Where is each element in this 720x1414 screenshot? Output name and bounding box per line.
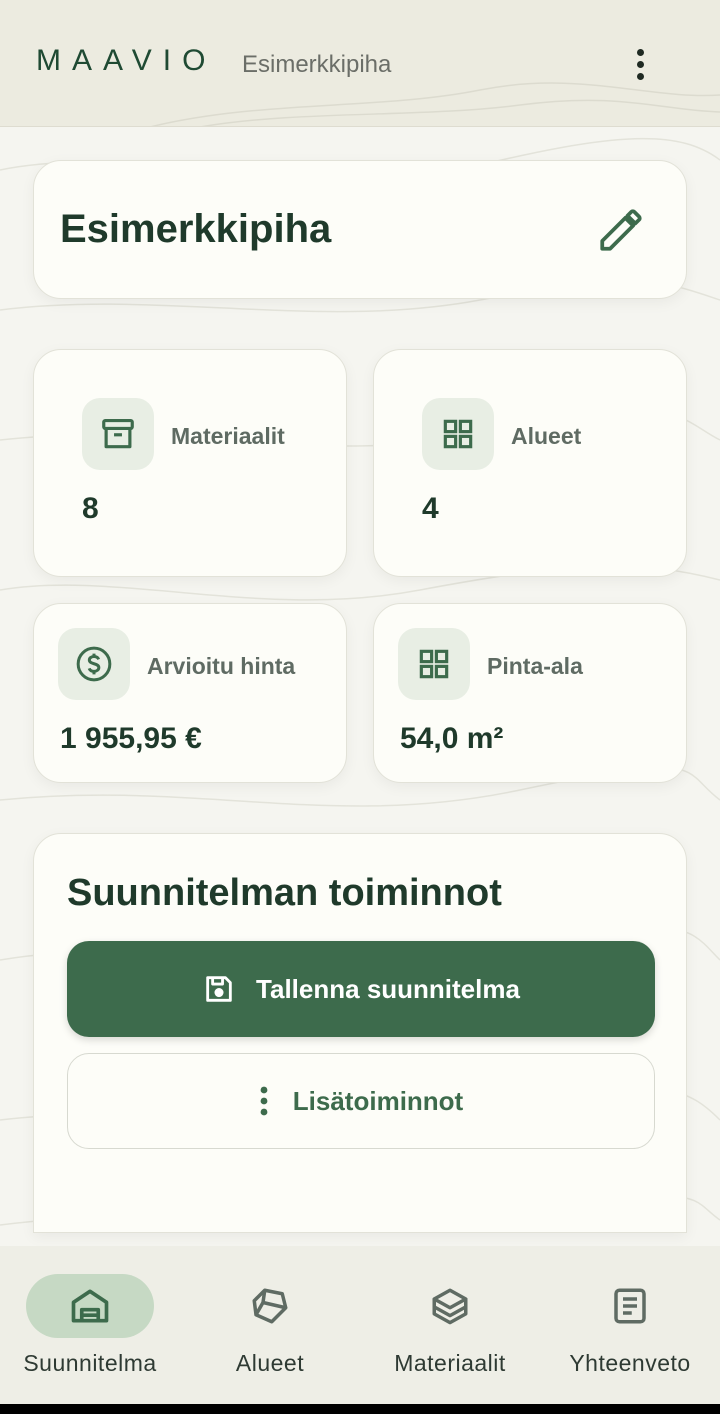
- stat-label: Alueet: [511, 423, 582, 449]
- plan-actions-card: Suunnitelman toiminnot Tallenna suunnite…: [33, 833, 687, 1233]
- nav-label: Alueet: [235, 1350, 305, 1376]
- save-plan-label: Tallenna suunnitelma: [256, 973, 520, 1004]
- nav-label: Yhteenveto: [569, 1350, 691, 1376]
- stat-icon-box: [422, 398, 494, 470]
- nav-active-indicator: [26, 1274, 154, 1338]
- house-icon: [71, 1289, 109, 1323]
- actions-title: Suunnitelman toiminnot: [67, 872, 502, 914]
- more-vert-icon: [636, 48, 644, 56]
- stat-label: Materiaalit: [171, 423, 285, 449]
- nav-label: Suunnitelma: [23, 1350, 157, 1376]
- layers-icon: [432, 1288, 468, 1325]
- grid-icon: [419, 649, 449, 679]
- save-icon: [206, 976, 232, 1002]
- stat-label: Arvioitu hinta: [147, 653, 296, 679]
- stat-card-materials[interactable]: Materiaalit 8: [33, 349, 347, 577]
- nav-item-summary[interactable]: Yhteenveto: [540, 1246, 720, 1404]
- stat-value: 54,0 m²: [400, 722, 504, 755]
- stat-icon-box: [398, 628, 470, 700]
- stat-value: 1 955,95 €: [60, 722, 202, 755]
- pencil-icon: [600, 209, 642, 251]
- stat-value: 4: [422, 492, 439, 525]
- stat-card-estimated-price[interactable]: Arvioitu hinta 1 955,95 €: [33, 603, 347, 783]
- bottom-navigation: Suunnitelma Alueet Materiaalit Yhteenvet…: [0, 1246, 720, 1404]
- nav-label: Materiaalit: [394, 1350, 506, 1376]
- stat-value: 8: [82, 492, 99, 525]
- stat-card-areas[interactable]: Alueet 4: [373, 349, 687, 577]
- more-actions-label: Lisätoiminnot: [292, 1085, 464, 1116]
- garden-name: Esimerkkipiha: [60, 207, 332, 251]
- overflow-menu-button[interactable]: [616, 38, 664, 90]
- document-icon: [614, 1288, 646, 1324]
- top-app-bar: MAAVIO Esimerkkipiha: [0, 0, 720, 127]
- edit-name-button[interactable]: [596, 205, 646, 255]
- stat-icon-box: [82, 398, 154, 470]
- nav-item-plan[interactable]: Suunnitelma: [0, 1246, 180, 1404]
- grid-icon: [443, 419, 473, 449]
- garden-title-card: Esimerkkipiha: [33, 160, 687, 299]
- save-plan-button[interactable]: Tallenna suunnitelma: [67, 941, 655, 1037]
- dollar-circle-icon: [76, 646, 112, 682]
- nav-item-areas[interactable]: Alueet: [180, 1246, 360, 1404]
- stat-card-surface-area[interactable]: Pinta-ala 54,0 m²: [373, 603, 687, 783]
- more-vert-icon: [260, 1086, 268, 1116]
- system-bar: [0, 1404, 720, 1414]
- archive-box-icon: [102, 418, 134, 449]
- nav-item-materials[interactable]: Materiaalit: [360, 1246, 540, 1404]
- app-subtitle: Esimerkkipiha: [242, 51, 392, 78]
- stat-label: Pinta-ala: [487, 653, 583, 679]
- brand-logo: MAAVIO: [36, 44, 217, 77]
- more-actions-button[interactable]: Lisätoiminnot: [67, 1053, 655, 1149]
- stat-icon-box: [58, 628, 130, 700]
- polygon-icon: [252, 1288, 288, 1324]
